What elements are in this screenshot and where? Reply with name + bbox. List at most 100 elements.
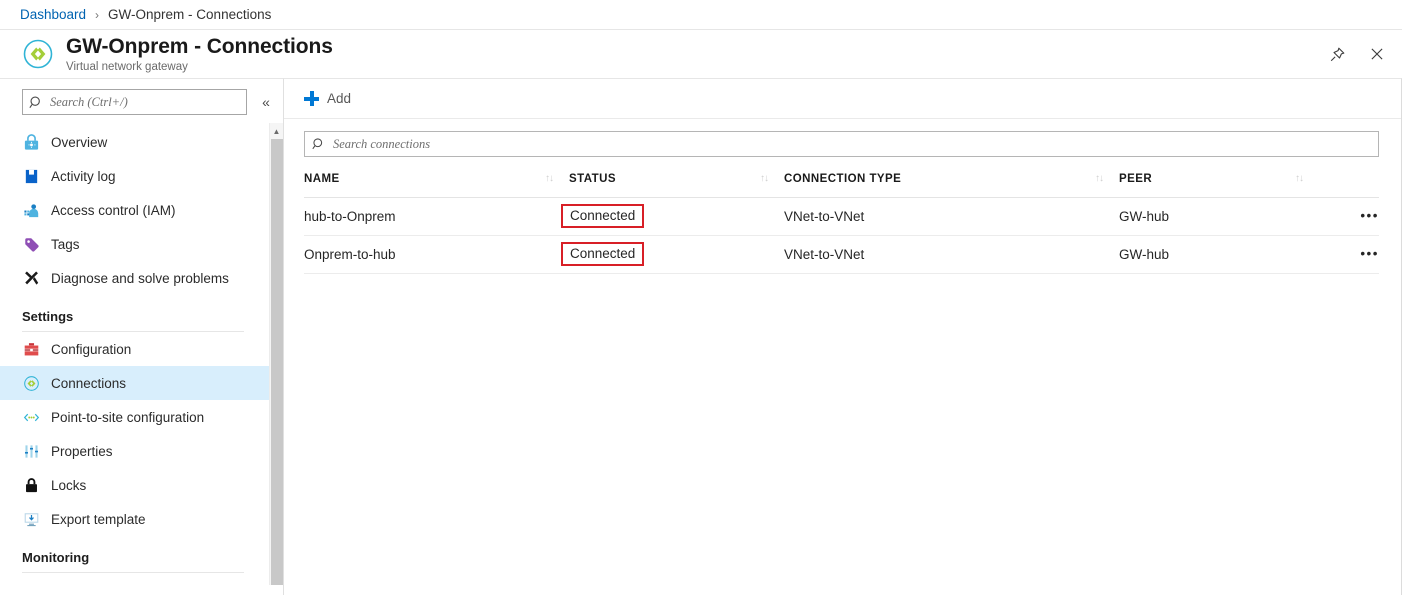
- sidebar-item-properties[interactable]: Properties: [0, 434, 283, 468]
- column-header-name[interactable]: NAME ↑↓: [304, 161, 569, 198]
- sidebar-item-label: Overview: [51, 134, 108, 150]
- sort-icon[interactable]: ↑↓: [545, 173, 569, 184]
- connections-icon: [22, 374, 40, 392]
- tags-icon: [22, 235, 40, 253]
- sidebar-items: Overview Activity log Access control (IA…: [0, 123, 283, 573]
- sort-icon[interactable]: ↑↓: [1095, 173, 1119, 184]
- search-icon: [312, 137, 327, 152]
- breadcrumb-root-link[interactable]: Dashboard: [20, 7, 86, 22]
- column-header-label: PEER: [1119, 172, 1153, 185]
- sidebar-item-point-to-site[interactable]: Point-to-site configuration: [0, 400, 283, 434]
- cell-status: Connected: [561, 197, 784, 236]
- sidebar-item-connections[interactable]: Connections: [0, 366, 283, 400]
- collapse-sidebar-button[interactable]: «: [257, 93, 275, 111]
- row-context-menu-button[interactable]: •••: [1319, 235, 1379, 274]
- sidebar-section-title: Settings: [22, 309, 74, 324]
- column-header-peer[interactable]: PEER ↑↓: [1119, 161, 1319, 198]
- cell-name[interactable]: Onprem-to-hub: [304, 235, 569, 274]
- breadcrumb-current: GW-Onprem - Connections: [108, 7, 272, 22]
- sidebar-item-label: Point-to-site configuration: [51, 409, 205, 425]
- cell-connection-type: VNet-to-VNet: [784, 197, 1119, 236]
- row-context-menu-button[interactable]: •••: [1319, 197, 1379, 236]
- sidebar-section-divider: [22, 572, 244, 573]
- sidebar-horizontal-scrollbar[interactable]: [0, 585, 283, 595]
- blade-header: GW-Onprem - Connections Virtual network …: [0, 30, 1402, 78]
- sidebar-scroll-thumb[interactable]: [271, 139, 283, 595]
- pin-icon[interactable]: [1324, 41, 1350, 67]
- sort-icon[interactable]: ↑↓: [760, 173, 784, 184]
- sidebar-item-diagnose[interactable]: Diagnose and solve problems: [0, 261, 283, 295]
- point-to-site-icon: [22, 408, 40, 426]
- blade-title-block: GW-Onprem - Connections Virtual network …: [66, 35, 333, 74]
- plus-icon: [304, 91, 319, 106]
- sidebar-item-label: Tags: [51, 236, 80, 252]
- connections-table: NAME ↑↓ STATUS ↑↓ CONNECTION TYPE ↑↓ PEE…: [304, 161, 1379, 274]
- sidebar-search-row: Search (Ctrl+/) «: [0, 79, 283, 123]
- sidebar-vertical-scrollbar[interactable]: ▲: [269, 123, 283, 595]
- configuration-icon: [22, 340, 40, 358]
- sidebar-item-configuration[interactable]: Configuration: [0, 332, 283, 366]
- column-header-label: STATUS: [569, 172, 616, 185]
- main-content: Add Search connections NAME ↑↓ STATUS ↑↓…: [284, 78, 1402, 595]
- sidebar-item-label: Properties: [51, 443, 113, 459]
- cell-name[interactable]: hub-to-Onprem: [304, 197, 569, 236]
- export-template-icon: [22, 510, 40, 528]
- search-icon: [29, 95, 44, 110]
- diagnose-icon: [22, 269, 40, 287]
- sidebar-item-label: Access control (IAM): [51, 202, 176, 218]
- sidebar-item-label: Diagnose and solve problems: [51, 270, 229, 286]
- blade-body: Search (Ctrl+/) « Overview Activity log …: [0, 78, 1402, 595]
- sidebar-item-tags[interactable]: Tags: [0, 227, 283, 261]
- sidebar-item-access-control[interactable]: Access control (IAM): [0, 193, 283, 227]
- sidebar-scroll-area: Overview Activity log Access control (IA…: [0, 123, 283, 595]
- overview-icon: [22, 133, 40, 151]
- table-body: hub-to-Onprem Connected VNet-to-VNet GW-…: [304, 197, 1379, 274]
- sidebar-item-export-template[interactable]: Export template: [0, 502, 283, 536]
- connections-panel: Search connections NAME ↑↓ STATUS ↑↓ CON…: [284, 119, 1401, 595]
- search-input-placeholder: Search (Ctrl+/): [50, 94, 128, 109]
- add-button[interactable]: Add: [304, 84, 363, 114]
- activity-log-icon: [22, 167, 40, 185]
- column-header-label: CONNECTION TYPE: [784, 172, 902, 185]
- sidebar-item-activity-log[interactable]: Activity log: [0, 159, 283, 193]
- table-header: NAME ↑↓ STATUS ↑↓ CONNECTION TYPE ↑↓ PEE…: [304, 161, 1379, 198]
- sidebar-item-label: Configuration: [51, 341, 132, 357]
- page-title: GW-Onprem - Connections: [66, 34, 333, 58]
- table-header-row: NAME ↑↓ STATUS ↑↓ CONNECTION TYPE ↑↓ PEE…: [304, 161, 1379, 198]
- column-header-actions: [1319, 161, 1379, 198]
- cell-peer: GW-hub: [1119, 235, 1319, 274]
- breadcrumb: Dashboard › GW-Onprem - Connections: [0, 0, 1402, 30]
- add-button-label: Add: [327, 91, 352, 106]
- cell-peer: GW-hub: [1119, 197, 1319, 236]
- status-badge: Connected: [561, 241, 645, 267]
- column-header-connection-type[interactable]: CONNECTION TYPE ↑↓: [784, 161, 1119, 198]
- sort-icon[interactable]: ↑↓: [1295, 173, 1319, 184]
- table-row[interactable]: Onprem-to-hub Connected VNet-to-VNet GW-…: [304, 235, 1379, 274]
- sidebar-item-label: Activity log: [51, 168, 116, 184]
- sidebar-item-label: Export template: [51, 511, 146, 527]
- table-row[interactable]: hub-to-Onprem Connected VNet-to-VNet GW-…: [304, 197, 1379, 236]
- close-icon[interactable]: [1364, 41, 1390, 67]
- sidebar-section-settings: Settings: [0, 295, 283, 332]
- status-badge: Connected: [561, 203, 645, 229]
- sidebar-item-locks[interactable]: Locks: [0, 468, 283, 502]
- sidebar-item-label: Connections: [51, 375, 127, 391]
- sidebar: Search (Ctrl+/) « Overview Activity log …: [0, 78, 284, 595]
- header-actions: [1324, 41, 1390, 67]
- column-header-status[interactable]: STATUS ↑↓: [569, 161, 784, 198]
- connections-search-input[interactable]: Search connections: [304, 131, 1379, 157]
- command-toolbar: Add: [284, 79, 1401, 119]
- sidebar-item-overview[interactable]: Overview: [0, 125, 283, 159]
- virtual-network-gateway-icon: [22, 38, 54, 70]
- breadcrumb-separator: ›: [95, 7, 100, 22]
- locks-icon: [22, 476, 40, 494]
- search-input[interactable]: Search (Ctrl+/): [22, 89, 247, 115]
- scroll-up-icon[interactable]: ▲: [270, 123, 283, 139]
- sidebar-section-monitoring: Monitoring: [0, 536, 283, 573]
- cell-status: Connected: [561, 235, 784, 274]
- cell-connection-type: VNet-to-VNet: [784, 235, 1119, 274]
- sidebar-section-title: Monitoring: [22, 550, 90, 565]
- column-header-label: NAME: [304, 172, 340, 185]
- page-subtitle: Virtual network gateway: [66, 60, 188, 73]
- sidebar-item-label: Locks: [51, 477, 87, 493]
